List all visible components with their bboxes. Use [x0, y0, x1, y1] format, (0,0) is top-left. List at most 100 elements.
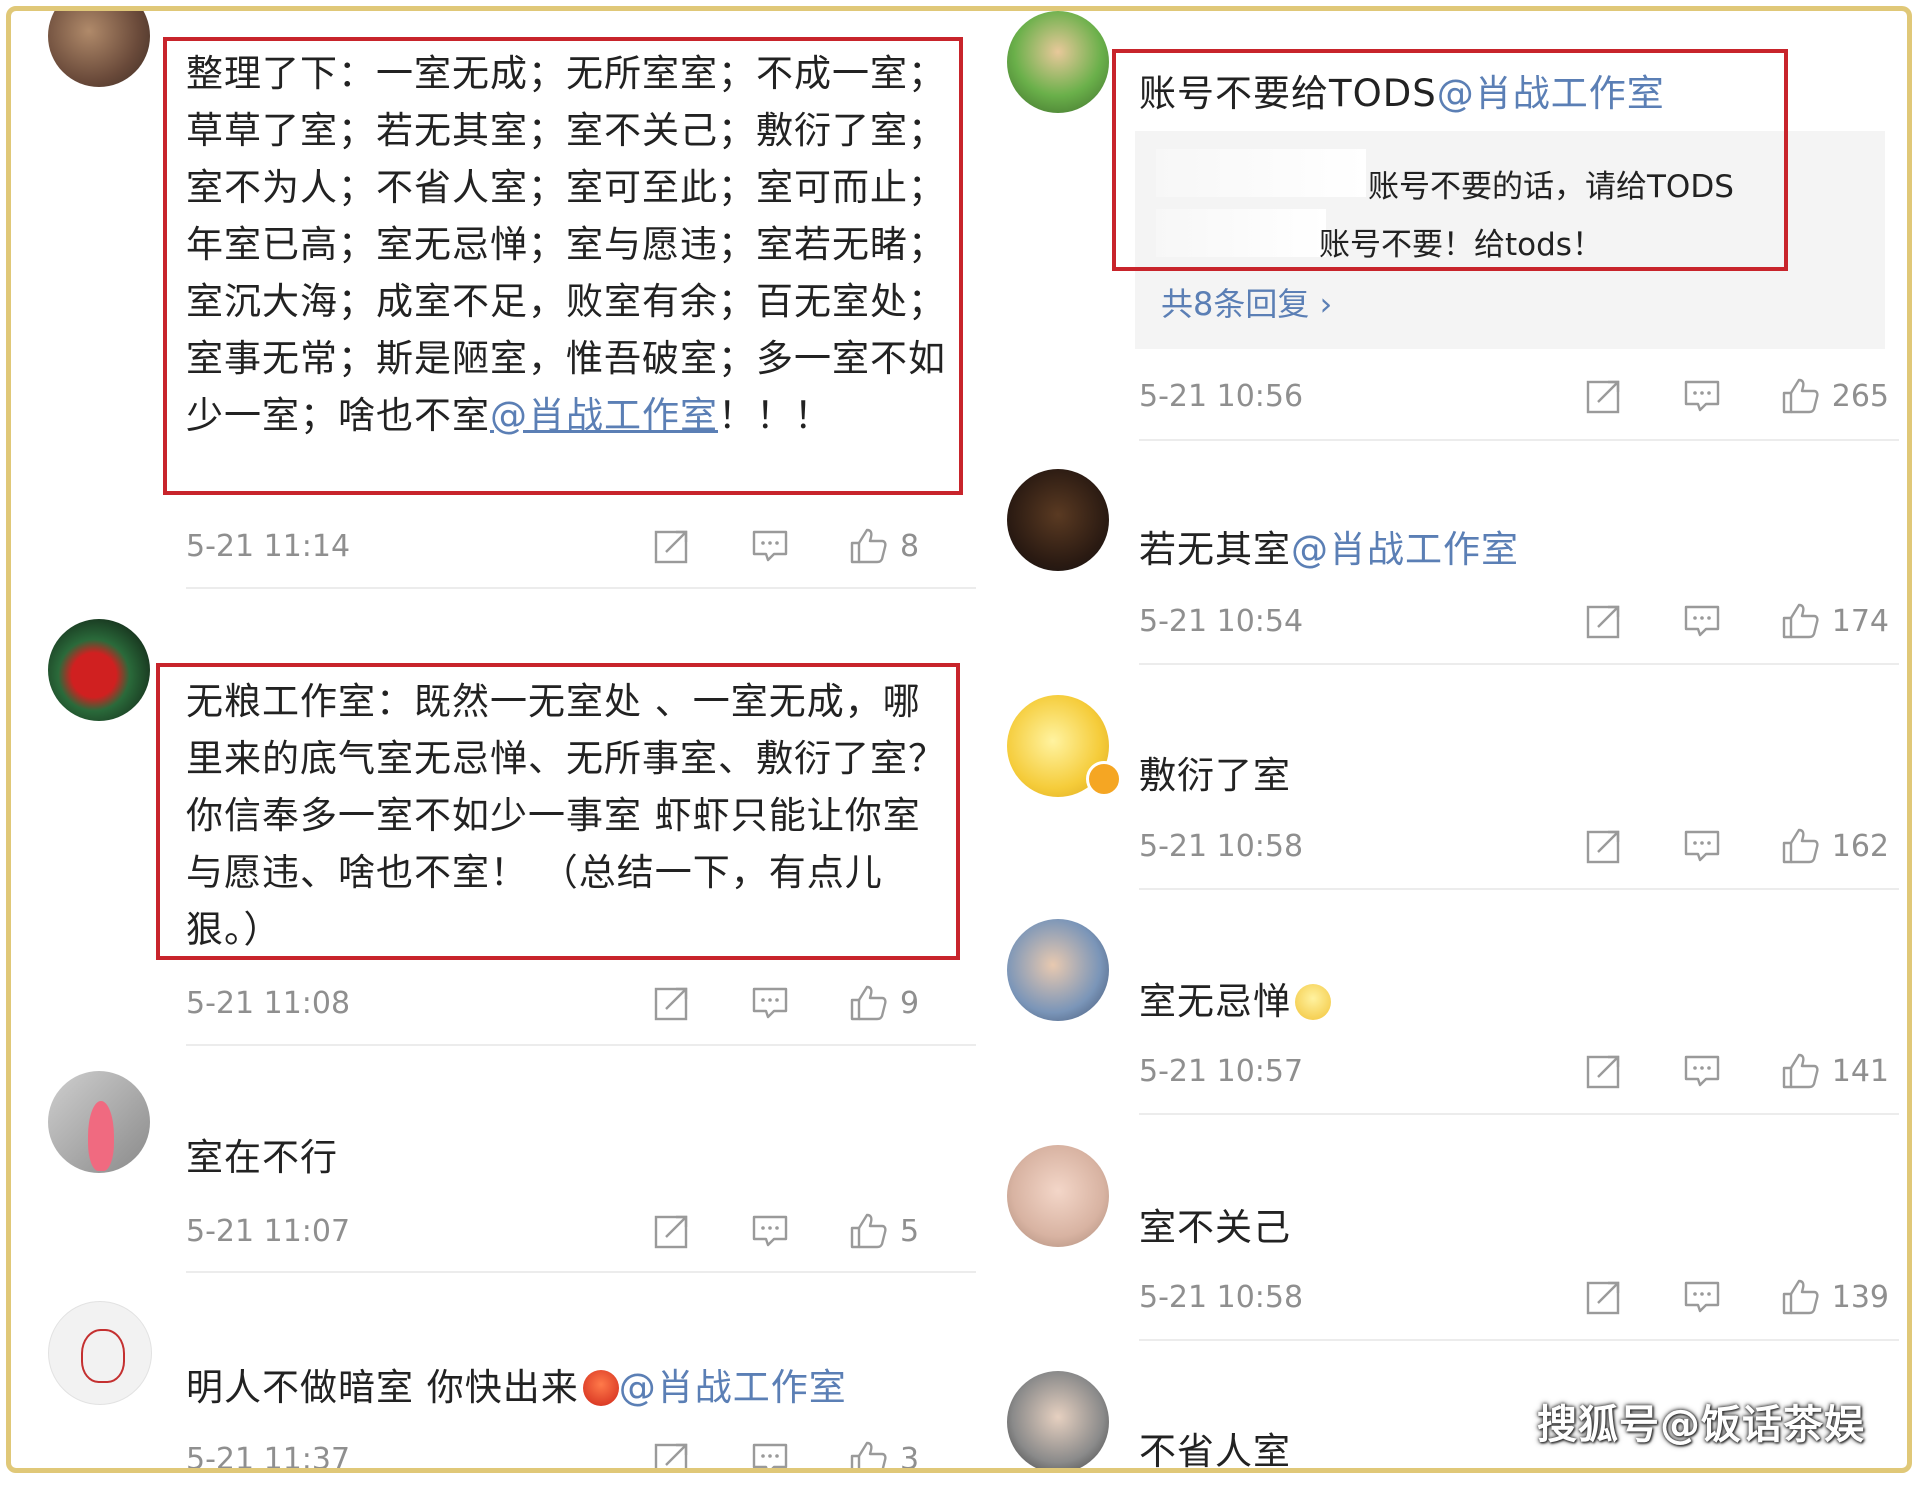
timestamp: 5-21 10:54 — [1139, 603, 1304, 639]
like-button[interactable] — [1776, 824, 1824, 868]
avatar[interactable] — [48, 11, 150, 87]
comment-icon — [1682, 376, 1722, 416]
comment-text: 明人不做暗室 你快出来 @肖战工作室 — [186, 1359, 976, 1416]
avatar[interactable] — [1007, 11, 1109, 113]
repost-icon — [1584, 601, 1624, 641]
repost-button[interactable] — [648, 524, 696, 568]
repost-button[interactable] — [1580, 374, 1628, 418]
repost-icon — [652, 526, 692, 566]
comment-text: 账号不要给TODS@肖战工作室 — [1139, 65, 1779, 122]
like-icon — [848, 1439, 888, 1473]
comment-body: 无粮工作室：既然一无室处 、一室无成，哪里来的底气室无忌惮、无所事室、敷衍了室？… — [186, 680, 946, 951]
watermark: 搜狐号@饭话茶娱 — [1537, 1402, 1865, 1448]
repost-icon — [1584, 826, 1624, 866]
comment-body: 明人不做暗室 你快出来 — [186, 1366, 579, 1409]
left-comment-column: 整理了下：一室无成；无所室室；不成一室；草草了室；若无其室；室不关己；敷衍了室；… — [11, 11, 986, 1468]
like-count: 174 — [1831, 603, 1889, 639]
timestamp: 5-21 10:58 — [1139, 828, 1304, 864]
comment-text: 整理了下：一室无成；无所室室；不成一室；草草了室；若无其室；室不关己；敷衍了室；… — [186, 45, 958, 444]
timestamp: 5-21 11:07 — [186, 1213, 351, 1249]
comment-body: 敷衍了室 — [1139, 754, 1291, 797]
like-count: 3 — [900, 1441, 920, 1473]
like-count: 139 — [1831, 1279, 1889, 1315]
repost-button[interactable] — [648, 1209, 696, 1253]
avatar[interactable] — [48, 619, 150, 721]
like-button[interactable] — [1776, 1049, 1824, 1093]
like-count: 9 — [900, 985, 920, 1021]
repost-button[interactable] — [648, 981, 696, 1025]
comment-button[interactable] — [1678, 599, 1726, 643]
comment-text: 无粮工作室：既然一无室处 、一室无成，哪里来的底气室无忌惮、无所事室、敷衍了室？… — [186, 673, 958, 958]
comment-icon — [750, 983, 790, 1023]
divider — [186, 587, 976, 589]
repost-button[interactable] — [1580, 824, 1628, 868]
repost-icon — [1584, 376, 1624, 416]
like-button[interactable] — [844, 1437, 892, 1473]
like-icon — [1780, 1051, 1820, 1091]
divider — [1139, 663, 1899, 665]
comment-button[interactable] — [1678, 374, 1726, 418]
comment-button[interactable] — [1678, 1275, 1726, 1319]
comment-body: 室在不行 — [186, 1136, 338, 1179]
divider — [1139, 888, 1899, 890]
timestamp: 5-21 11:14 — [186, 528, 351, 564]
comment-button[interactable] — [1678, 824, 1726, 868]
comment-text: 室在不行 — [186, 1129, 958, 1186]
comment-meta: 5-21 10:54 174 — [1139, 601, 1889, 641]
like-button[interactable] — [1776, 1275, 1824, 1319]
comment-button[interactable] — [1678, 1049, 1726, 1093]
comment-body: 整理了下：一室无成；无所室室；不成一室；草草了室；若无其室；室不关己；敷衍了室；… — [186, 52, 946, 437]
comment-meta: 5-21 11:07 5 — [186, 1211, 956, 1251]
mention-link[interactable]: @肖战工作室 — [1291, 528, 1519, 571]
avatar[interactable] — [1007, 919, 1109, 1021]
comment-button[interactable] — [746, 1209, 794, 1253]
mention-link[interactable]: @肖战工作室 — [619, 1366, 847, 1409]
repost-icon — [652, 983, 692, 1023]
like-button[interactable] — [844, 1209, 892, 1253]
comment-icon — [1682, 601, 1722, 641]
comment-meta: 5-21 10:58 139 — [1139, 1277, 1889, 1317]
comment-button[interactable] — [746, 524, 794, 568]
reply-text: 账号不要的话，请给TODS — [1368, 169, 1734, 205]
like-button[interactable] — [844, 981, 892, 1025]
angry-emoji-icon — [582, 1370, 619, 1406]
divider — [186, 1044, 976, 1046]
comment-meta: 5-21 11:08 9 — [186, 983, 956, 1023]
repost-icon — [652, 1211, 692, 1251]
comment-body: 账号不要给TODS — [1139, 72, 1437, 115]
like-button[interactable] — [1776, 374, 1824, 418]
more-replies-link[interactable]: 共8条回复 › — [1161, 279, 1332, 325]
comment-text: 室不关己 — [1139, 1199, 1879, 1256]
comment-meta: 5-21 11:37 3 — [186, 1437, 956, 1473]
comment-button[interactable] — [746, 981, 794, 1025]
comment-suffix: ！！！ — [718, 394, 832, 437]
avatar[interactable] — [1007, 1145, 1109, 1247]
comment-icon — [1682, 1277, 1722, 1317]
mention-link[interactable]: @肖战工作室 — [490, 394, 718, 437]
avatar[interactable] — [1007, 1371, 1109, 1468]
repost-button[interactable] — [1580, 599, 1628, 643]
timestamp: 5-21 10:57 — [1139, 1053, 1304, 1089]
like-icon — [1780, 1277, 1820, 1317]
avatar[interactable] — [1007, 469, 1109, 571]
comment-icon — [1682, 1051, 1722, 1091]
screenshot-frame: 整理了下：一室无成；无所室室；不成一室；草草了室；若无其室；室不关己；敷衍了室；… — [6, 6, 1912, 1473]
verified-badge-icon — [1086, 761, 1122, 797]
like-button[interactable] — [844, 524, 892, 568]
timestamp: 5-21 10:58 — [1139, 1279, 1304, 1315]
mention-link[interactable]: @肖战工作室 — [1437, 72, 1665, 115]
comment-icon — [750, 1439, 790, 1473]
like-button[interactable] — [1776, 599, 1824, 643]
comment-body: 若无其室 — [1139, 528, 1291, 571]
repost-button[interactable] — [1580, 1049, 1628, 1093]
divider — [1139, 1113, 1899, 1115]
comment-text: 敷衍了室 — [1139, 747, 1879, 804]
repost-button[interactable] — [648, 1437, 696, 1473]
comment-button[interactable] — [746, 1437, 794, 1473]
comment-body: 不省人室 — [1139, 1430, 1291, 1473]
like-count: 8 — [900, 528, 920, 564]
like-icon — [848, 1211, 888, 1251]
comment-icon — [750, 526, 790, 566]
repost-button[interactable] — [1580, 1275, 1628, 1319]
avatar-detail — [81, 1329, 125, 1383]
